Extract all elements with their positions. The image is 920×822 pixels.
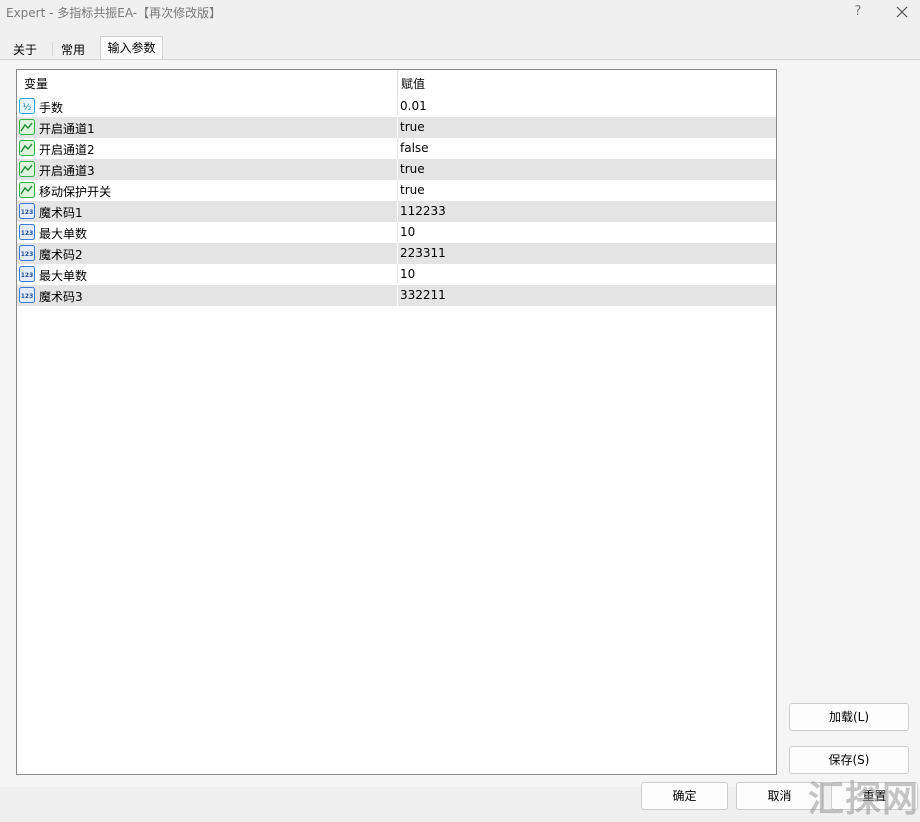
- integer-icon: 123: [19, 266, 35, 282]
- row-value[interactable]: true: [400, 183, 425, 197]
- cell-divider: [397, 117, 398, 138]
- tab-common[interactable]: 常用: [53, 39, 93, 60]
- header-variable[interactable]: 变量: [24, 75, 48, 92]
- cell-divider: [397, 285, 398, 306]
- parameters-table: 变量 赋值 ½ 手数 0.01 开启通道1 true 开启通道2 false 开…: [16, 69, 777, 775]
- cell-divider: [397, 180, 398, 201]
- close-button[interactable]: [890, 2, 914, 22]
- cell-divider: [397, 243, 398, 264]
- table-row[interactable]: 123 最大单数 10: [17, 264, 776, 285]
- boolean-chart-icon: [19, 161, 35, 177]
- title-bar: Expert - 多指标共振EA-【再次修改版】 ?: [0, 0, 920, 26]
- row-value[interactable]: true: [400, 162, 425, 176]
- row-name: 魔术码3: [39, 290, 83, 304]
- table-header: 变量 赋值: [17, 70, 777, 96]
- cell-divider: [397, 222, 398, 243]
- header-value[interactable]: 赋值: [401, 75, 425, 92]
- watermark: 汇探网: [808, 770, 918, 820]
- row-value[interactable]: 10: [400, 225, 415, 239]
- watermark-text: 汇探网: [808, 779, 920, 820]
- cell-divider: [397, 264, 398, 285]
- row-name: 魔术码1: [39, 206, 83, 220]
- row-name: 开启通道3: [39, 164, 95, 178]
- integer-icon: 123: [19, 287, 35, 303]
- fraction-icon: ½: [19, 98, 35, 114]
- boolean-chart-icon: [19, 119, 35, 135]
- integer-icon: 123: [19, 224, 35, 240]
- row-value[interactable]: true: [400, 120, 425, 134]
- cell-divider: [397, 138, 398, 159]
- tab-inputs[interactable]: 输入参数: [100, 36, 163, 61]
- svg-text:123: 123: [21, 293, 34, 300]
- cell-divider: [397, 201, 398, 222]
- row-value[interactable]: 112233: [400, 204, 446, 218]
- row-name: 开启通道1: [39, 122, 95, 136]
- table-row[interactable]: 123 最大单数 10: [17, 222, 776, 243]
- row-name: 魔术码2: [39, 248, 83, 262]
- svg-text:123: 123: [21, 272, 34, 279]
- svg-text:123: 123: [21, 209, 34, 216]
- column-divider[interactable]: [397, 70, 398, 96]
- integer-icon: 123: [19, 203, 35, 219]
- column-divider[interactable]: [776, 70, 777, 96]
- table-row[interactable]: 开启通道2 false: [17, 138, 776, 159]
- table-row[interactable]: 开启通道3 true: [17, 159, 776, 180]
- row-value[interactable]: 0.01: [400, 99, 427, 113]
- table-row[interactable]: 开启通道1 true: [17, 117, 776, 138]
- boolean-chart-icon: [19, 140, 35, 156]
- tab-strip: 关于 常用 输入参数: [0, 34, 920, 61]
- table-row[interactable]: 123 魔术码3 332211: [17, 285, 776, 306]
- row-value[interactable]: false: [400, 141, 429, 155]
- svg-text:½: ½: [23, 103, 32, 113]
- boolean-chart-icon: [19, 182, 35, 198]
- row-value[interactable]: 332211: [400, 288, 446, 302]
- table-row[interactable]: 123 魔术码1 112233: [17, 201, 776, 222]
- row-value[interactable]: 10: [400, 267, 415, 281]
- row-value[interactable]: 223311: [400, 246, 446, 260]
- row-name: 开启通道2: [39, 143, 95, 157]
- svg-text:123: 123: [21, 251, 34, 258]
- close-icon: [896, 6, 908, 18]
- row-name: 移动保护开关: [39, 185, 112, 199]
- table-row[interactable]: 123 魔术码2 223311: [17, 243, 776, 264]
- cell-divider: [397, 159, 398, 180]
- cell-divider: [397, 96, 398, 117]
- table-row[interactable]: ½ 手数 0.01: [17, 96, 776, 117]
- row-name: 最大单数: [39, 269, 88, 283]
- integer-icon: 123: [19, 245, 35, 261]
- row-name: 手数: [39, 101, 64, 115]
- svg-text:123: 123: [21, 230, 34, 237]
- table-row[interactable]: 移动保护开关 true: [17, 180, 776, 201]
- ok-button[interactable]: 确定: [641, 782, 728, 810]
- row-name: 最大单数: [39, 227, 88, 241]
- load-button[interactable]: 加载(L): [789, 703, 909, 731]
- window-title: Expert - 多指标共振EA-【再次修改版】: [6, 6, 222, 20]
- tab-about[interactable]: 关于: [5, 39, 45, 60]
- help-button[interactable]: ?: [848, 2, 868, 22]
